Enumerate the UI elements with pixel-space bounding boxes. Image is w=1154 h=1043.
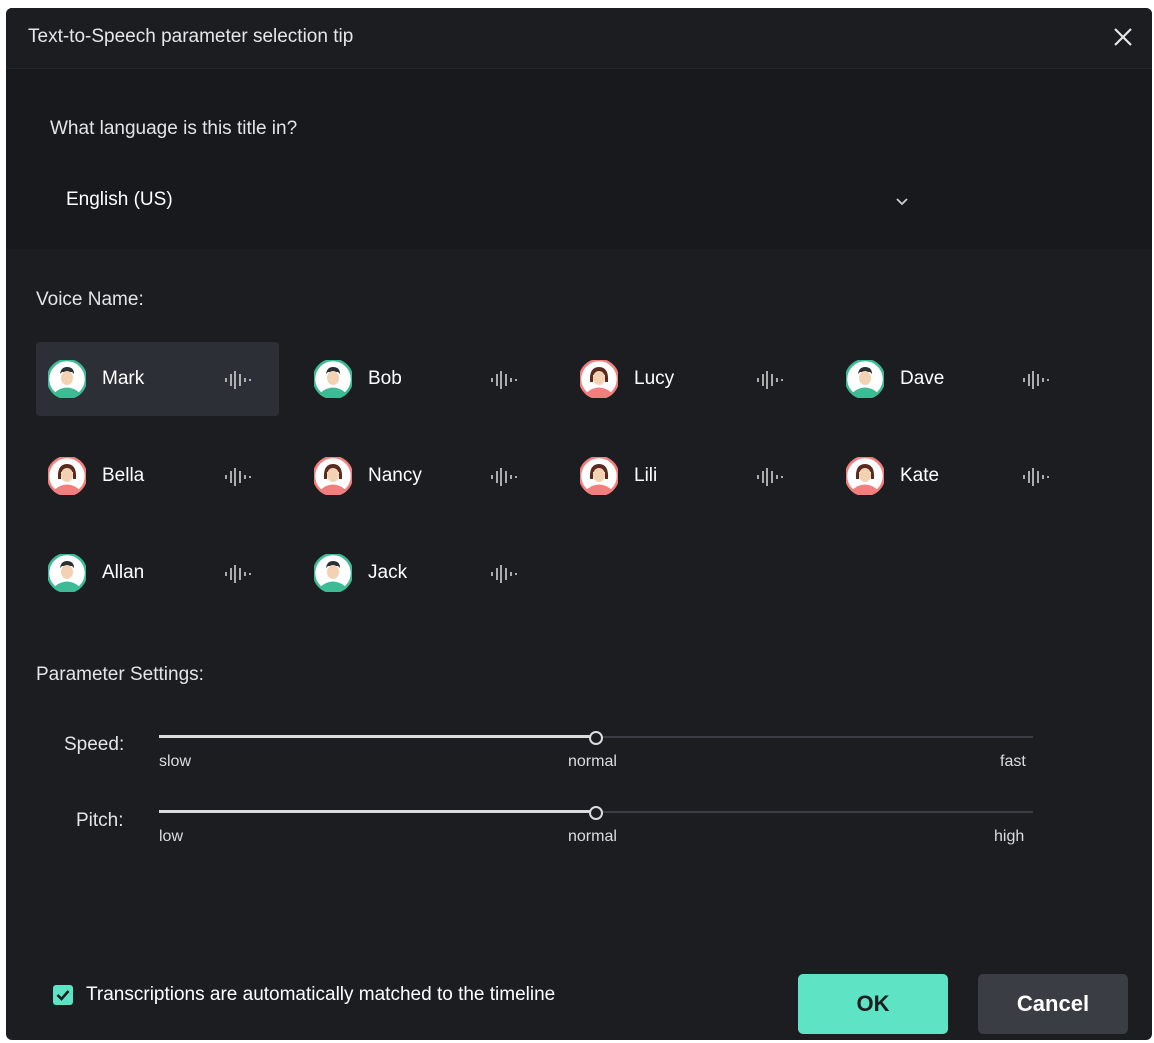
cancel-button[interactable]: Cancel	[978, 974, 1128, 1034]
waveform-play-icon[interactable]	[1022, 467, 1052, 487]
pitch-mid-label: normal	[568, 828, 617, 845]
language-panel: What language is this title in? English …	[6, 69, 1152, 249]
waveform-play-icon[interactable]	[490, 467, 520, 487]
voice-option-lili[interactable]: Lili	[568, 439, 811, 513]
avatar-icon	[314, 554, 352, 592]
voice-option-kate[interactable]: Kate	[834, 439, 1077, 513]
avatar-icon	[314, 360, 352, 398]
voice-name: Dave	[900, 368, 945, 389]
voice-name: Lucy	[634, 368, 675, 389]
avatar-icon	[580, 360, 618, 398]
avatar-icon	[314, 457, 352, 495]
waveform-play-icon[interactable]	[756, 467, 786, 487]
avatar-icon	[48, 457, 86, 495]
waveform-play-icon[interactable]	[490, 564, 520, 584]
title-bar: Text-to-Speech parameter selection tip	[6, 8, 1152, 69]
voice-option-mark[interactable]: Mark	[36, 342, 279, 416]
dialog-title: Text-to-Speech parameter selection tip	[28, 26, 354, 47]
pitch-thumb[interactable]	[589, 806, 603, 820]
speed-max-label: fast	[1000, 753, 1026, 770]
pitch-slider[interactable]	[159, 802, 1033, 822]
waveform-play-icon[interactable]	[224, 564, 254, 584]
speed-thumb[interactable]	[589, 731, 603, 745]
waveform-play-icon[interactable]	[756, 370, 786, 390]
voice-name: Bob	[368, 368, 402, 389]
speed-slider[interactable]	[159, 727, 1033, 747]
speed-fill	[159, 735, 596, 738]
voice-name-label: Voice Name:	[36, 289, 144, 310]
voice-option-bob[interactable]: Bob	[302, 342, 545, 416]
waveform-play-icon[interactable]	[224, 370, 254, 390]
speed-mid-label: normal	[568, 753, 617, 770]
voice-name: Jack	[368, 562, 408, 583]
avatar-icon	[846, 360, 884, 398]
checkmark-icon	[56, 990, 70, 1001]
language-question: What language is this title in?	[50, 118, 298, 139]
voice-option-jack[interactable]: Jack	[302, 536, 545, 610]
avatar-icon	[846, 457, 884, 495]
speed-label: Speed:	[64, 734, 125, 755]
avatar-icon	[48, 360, 86, 398]
waveform-play-icon[interactable]	[490, 370, 520, 390]
pitch-max-label: high	[994, 828, 1025, 845]
pitch-fill	[159, 810, 596, 813]
voice-name: Mark	[102, 368, 145, 389]
voice-name: Nancy	[368, 465, 422, 486]
pitch-label: Pitch:	[76, 810, 124, 831]
voice-name: Kate	[900, 465, 940, 486]
voice-name: Allan	[102, 562, 145, 583]
tts-dialog: Text-to-Speech parameter selection tip W…	[6, 8, 1152, 1040]
avatar-icon	[48, 554, 86, 592]
chevron-down-icon	[896, 198, 908, 206]
close-icon[interactable]	[1110, 24, 1136, 50]
voice-option-lucy[interactable]: Lucy	[568, 342, 811, 416]
voice-option-bella[interactable]: Bella	[36, 439, 279, 513]
voice-option-dave[interactable]: Dave	[834, 342, 1077, 416]
pitch-min-label: low	[159, 828, 184, 845]
voice-name: Lili	[634, 465, 658, 486]
language-value: English (US)	[66, 189, 173, 210]
language-dropdown[interactable]: English (US)	[50, 179, 910, 223]
auto-match-checkbox[interactable]	[53, 985, 73, 1005]
avatar-icon	[580, 457, 618, 495]
voice-name: Bella	[102, 465, 145, 486]
auto-match-label: Transcriptions are automatically matched…	[86, 984, 556, 1005]
waveform-play-icon[interactable]	[1022, 370, 1052, 390]
speed-min-label: slow	[159, 753, 192, 770]
voice-option-nancy[interactable]: Nancy	[302, 439, 545, 513]
parameter-settings-label: Parameter Settings:	[36, 664, 204, 685]
voice-option-allan[interactable]: Allan	[36, 536, 279, 610]
waveform-play-icon[interactable]	[224, 467, 254, 487]
ok-button[interactable]: OK	[798, 974, 948, 1034]
